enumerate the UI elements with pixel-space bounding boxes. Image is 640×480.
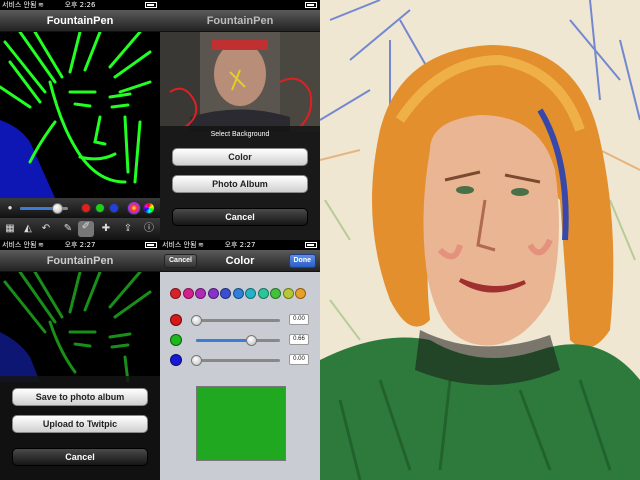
palette-color-11[interactable]	[295, 288, 306, 299]
brush-small-icon: ●	[7, 203, 13, 212]
upload-twitpic-button[interactable]: Upload to Twitpic	[12, 415, 148, 433]
color-swatch-blue[interactable]	[109, 203, 119, 213]
palette-color-9[interactable]	[270, 288, 281, 299]
green-slider-fill	[196, 339, 252, 342]
green-slider-thumb[interactable]	[246, 335, 258, 346]
nav-bar: FountainPen	[0, 250, 160, 272]
palette-color-8[interactable]	[257, 288, 269, 299]
save-screen: 서비스 안됨 ≋ 오후 2:27 FountainPen Save to pho…	[0, 240, 160, 480]
share-icon[interactable]: ⇪	[122, 223, 134, 235]
brush-icon[interactable]: ✐	[78, 221, 94, 237]
save-sheet: Save to photo album Upload to Twitpic Ca…	[0, 376, 160, 480]
color-preview	[196, 386, 286, 461]
green-slider[interactable]	[196, 335, 280, 346]
color-swatch-green[interactable]	[95, 203, 105, 213]
nav-bar: FountainPen	[160, 10, 320, 32]
red-value: 0.00	[289, 314, 309, 325]
blue-channel-icon	[170, 354, 182, 366]
status-bar: 서비스 안됨 ≋ 오후 2:27	[160, 240, 320, 250]
clock: 오후 2:26	[64, 1, 96, 9]
palette-color-2[interactable]	[182, 288, 194, 299]
battery-icon	[145, 242, 157, 248]
color-picker-screen: 서비스 안됨 ≋ 오후 2:27 Cancel Color Done 0.00 …	[160, 240, 320, 480]
pen-icon[interactable]: ✎	[62, 223, 74, 235]
palette-color-6[interactable]	[232, 288, 244, 299]
painting-artwork	[320, 0, 640, 480]
clock: 오후 2:27	[64, 241, 96, 249]
brush-size-slider[interactable]	[20, 203, 68, 214]
color-wheel-button[interactable]	[127, 201, 141, 215]
palette-button[interactable]	[143, 202, 155, 214]
palette-color-4[interactable]	[207, 288, 219, 299]
battery-icon	[145, 2, 157, 8]
cancel-button[interactable]: Cancel	[172, 208, 308, 226]
red-slider[interactable]	[191, 315, 280, 326]
photo-background	[160, 32, 320, 132]
red-slider-thumb[interactable]	[191, 315, 202, 326]
battery-icon	[305, 2, 317, 8]
done-button[interactable]: Done	[288, 254, 316, 268]
nav-bar: Cancel Color Done	[160, 250, 320, 272]
palette-color-1[interactable]	[170, 288, 181, 299]
blue-value: 0.00	[289, 354, 309, 365]
palette-color-5[interactable]	[220, 288, 231, 299]
undo-icon[interactable]: ↶	[40, 223, 52, 235]
app-title: FountainPen	[46, 255, 114, 267]
photo-album-button[interactable]: Photo Album	[172, 175, 308, 193]
color-swatch-red[interactable]	[81, 203, 91, 213]
brush-toolbar: ●	[0, 198, 160, 218]
color-button[interactable]: Color	[172, 148, 308, 166]
save-to-album-button[interactable]: Save to photo album	[12, 388, 148, 406]
palette-color-7[interactable]	[245, 288, 256, 299]
battery-icon	[305, 242, 317, 248]
status-bar	[160, 0, 320, 10]
clear-icon[interactable]: ✚	[100, 223, 112, 235]
status-bar: 서비스 안됨 ≋ 오후 2:27	[0, 240, 160, 250]
sheet-title: Select Background	[210, 131, 270, 138]
palette-color-10[interactable]	[282, 288, 294, 299]
nav-bar: FountainPen	[0, 10, 160, 32]
info-icon[interactable]: ⓘ	[143, 223, 155, 235]
cancel-button[interactable]: Cancel	[12, 448, 148, 466]
palette-color-3[interactable]	[195, 288, 206, 299]
drawing-screen: 서비스 안됨 ≋ 오후 2:26 FountainPen ● ▦ ◭ ↶ ✎ ✐…	[0, 0, 160, 240]
drawing-canvas[interactable]	[0, 32, 160, 198]
brush-size-thumb[interactable]	[52, 203, 64, 214]
blue-slider[interactable]	[191, 355, 280, 366]
app-title: FountainPen	[46, 15, 114, 27]
clock: 오후 2:27	[224, 241, 256, 249]
select-background-sheet: Select Background Color Photo Album Canc…	[160, 126, 320, 240]
app-title: FountainPen	[206, 15, 274, 27]
green-channel-icon	[170, 334, 182, 346]
blue-slider-thumb[interactable]	[191, 355, 202, 366]
portrait-painting	[320, 0, 640, 480]
drawing-canvas	[0, 272, 160, 382]
tool-toolbar: ▦ ◭ ↶ ✎ ✐ ✚ ⇪ ⓘ	[0, 218, 160, 240]
status-bar: 서비스 안됨 ≋ 오후 2:26	[0, 0, 160, 10]
red-channel-icon	[170, 314, 182, 326]
green-value: 0.66	[289, 334, 309, 345]
select-background-screen: FountainPen Select Background Color Phot…	[160, 0, 320, 240]
eraser-icon[interactable]: ◭	[22, 223, 34, 235]
background-icon[interactable]: ▦	[4, 223, 16, 235]
